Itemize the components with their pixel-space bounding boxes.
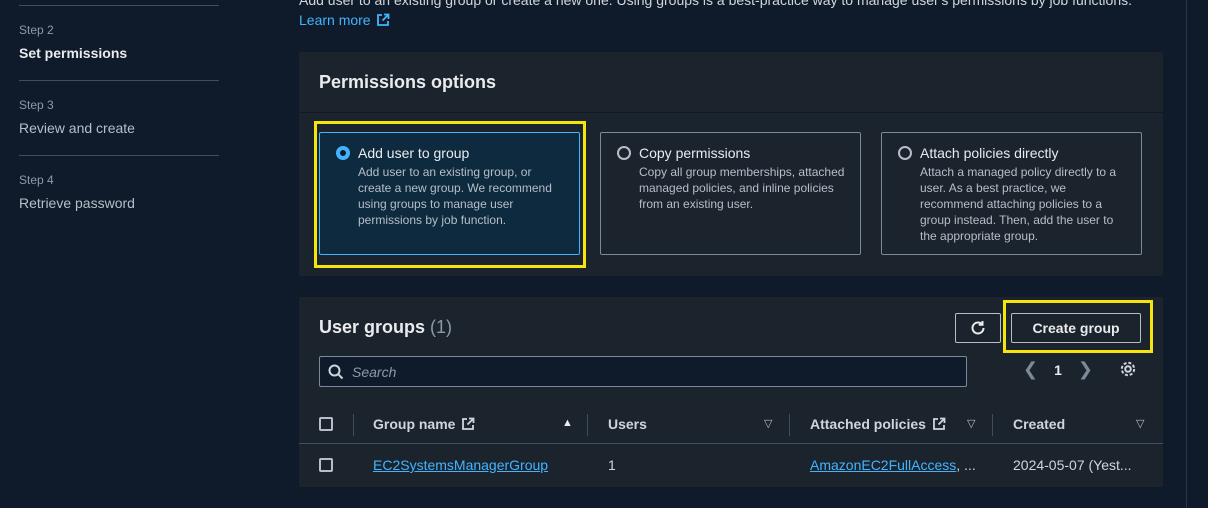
- sort-icon[interactable]: ▽: [764, 417, 772, 430]
- group-name-link[interactable]: EC2SystemsManagerGroup: [373, 457, 548, 473]
- column-header-users[interactable]: Users: [608, 416, 647, 432]
- search-icon: [328, 364, 344, 379]
- column-label: Users: [608, 416, 647, 432]
- refresh-icon: [971, 321, 985, 335]
- create-group-button[interactable]: Create group: [1011, 313, 1141, 343]
- sort-icon[interactable]: ▽: [1136, 417, 1144, 430]
- user-groups-panel: User groups (1) Create group ❮ 1 ❯ Group…: [299, 297, 1163, 487]
- external-link-icon: [933, 417, 946, 430]
- policy-link[interactable]: AmazonEC2FullAccess: [810, 457, 956, 473]
- column-header-group-name[interactable]: Group name: [373, 416, 475, 432]
- user-groups-count: (1): [430, 317, 453, 337]
- column-separator: [587, 414, 588, 436]
- option-label: Copy permissions: [639, 145, 751, 161]
- user-groups-title: User groups (1): [319, 317, 452, 338]
- step-title: Retrieve password: [19, 195, 135, 211]
- page-number[interactable]: 1: [1054, 362, 1062, 378]
- option-description: Add user to an existing group, or create…: [358, 165, 552, 227]
- step-number: Step 3: [19, 98, 54, 112]
- learn-more-link[interactable]: Learn more: [299, 12, 390, 28]
- sort-ascending-icon[interactable]: ▲: [562, 417, 573, 429]
- column-separator: [353, 414, 354, 436]
- sidebar-divider: [19, 5, 219, 6]
- sidebar-divider: [19, 155, 219, 156]
- intro-text: Add user to an existing group or create …: [299, 0, 1132, 8]
- column-header-attached-policies[interactable]: Attached policies: [810, 416, 946, 432]
- external-link-icon: [376, 13, 389, 26]
- row-checkbox[interactable]: [319, 458, 333, 472]
- panel-divider: [299, 112, 1163, 113]
- sidebar-step-4[interactable]: Step 4 Retrieve password: [19, 173, 219, 211]
- learn-more-label: Learn more: [299, 12, 371, 28]
- gear-icon[interactable]: [1119, 360, 1137, 378]
- option-description: Attach a managed policy directly to a us…: [920, 165, 1117, 243]
- column-label: Attached policies: [810, 416, 926, 432]
- wizard-sidebar: Step 2 Set permissions Step 3 Review and…: [0, 0, 240, 508]
- chevron-left-icon[interactable]: ❮: [1023, 359, 1038, 380]
- option-copy-permissions[interactable]: Copy permissions Copy all group membersh…: [600, 132, 861, 255]
- radio-selected-icon[interactable]: [336, 146, 350, 160]
- step-title: Review and create: [19, 120, 135, 136]
- option-add-user-to-group[interactable]: Add user to group Add user to an existin…: [319, 132, 580, 255]
- column-separator: [789, 414, 790, 436]
- permissions-options-panel: Permissions options Add user to group Ad…: [299, 52, 1163, 276]
- external-link-icon: [462, 417, 475, 430]
- policy-more: , ...: [956, 457, 976, 473]
- sidebar-step-2[interactable]: Step 2 Set permissions: [19, 23, 219, 61]
- table-row: EC2SystemsManagerGroup 1 AmazonEC2FullAc…: [299, 445, 1163, 486]
- column-label: Group name: [373, 416, 456, 432]
- attached-policies-cell: AmazonEC2FullAccess, ...: [810, 457, 976, 473]
- search-input[interactable]: [352, 363, 952, 380]
- users-count: 1: [608, 457, 616, 473]
- search-box[interactable]: [319, 356, 967, 387]
- option-label: Attach policies directly: [920, 145, 1059, 161]
- radio-icon[interactable]: [617, 146, 631, 160]
- select-all-checkbox[interactable]: [319, 417, 333, 431]
- option-attach-policies-directly[interactable]: Attach policies directly Attach a manage…: [881, 132, 1142, 255]
- user-groups-title-text: User groups: [319, 317, 426, 337]
- option-description: Copy all group memberships, attached man…: [639, 165, 845, 211]
- step-number: Step 2: [19, 23, 54, 37]
- radio-icon[interactable]: [898, 146, 912, 160]
- chevron-right-icon[interactable]: ❯: [1078, 359, 1093, 380]
- column-header-created[interactable]: Created: [1013, 416, 1065, 432]
- created-date: 2024-05-07 (Yest...: [1013, 457, 1132, 473]
- sort-icon[interactable]: ▽: [967, 417, 975, 430]
- option-label: Add user to group: [358, 145, 470, 161]
- pagination: ❮ 1 ❯: [1023, 359, 1093, 380]
- table-header: Group name ▲ Users ▽ Attached policies ▽…: [299, 404, 1163, 444]
- refresh-button[interactable]: [955, 313, 1001, 343]
- column-label: Created: [1013, 416, 1066, 432]
- column-separator: [992, 414, 993, 436]
- scroll-divider: [1186, 0, 1187, 508]
- panel-title: Permissions options: [319, 72, 497, 92]
- step-title: Set permissions: [19, 45, 128, 61]
- step-number: Step 4: [19, 173, 54, 187]
- sidebar-step-3[interactable]: Step 3 Review and create: [19, 98, 219, 136]
- sidebar-divider: [19, 80, 219, 81]
